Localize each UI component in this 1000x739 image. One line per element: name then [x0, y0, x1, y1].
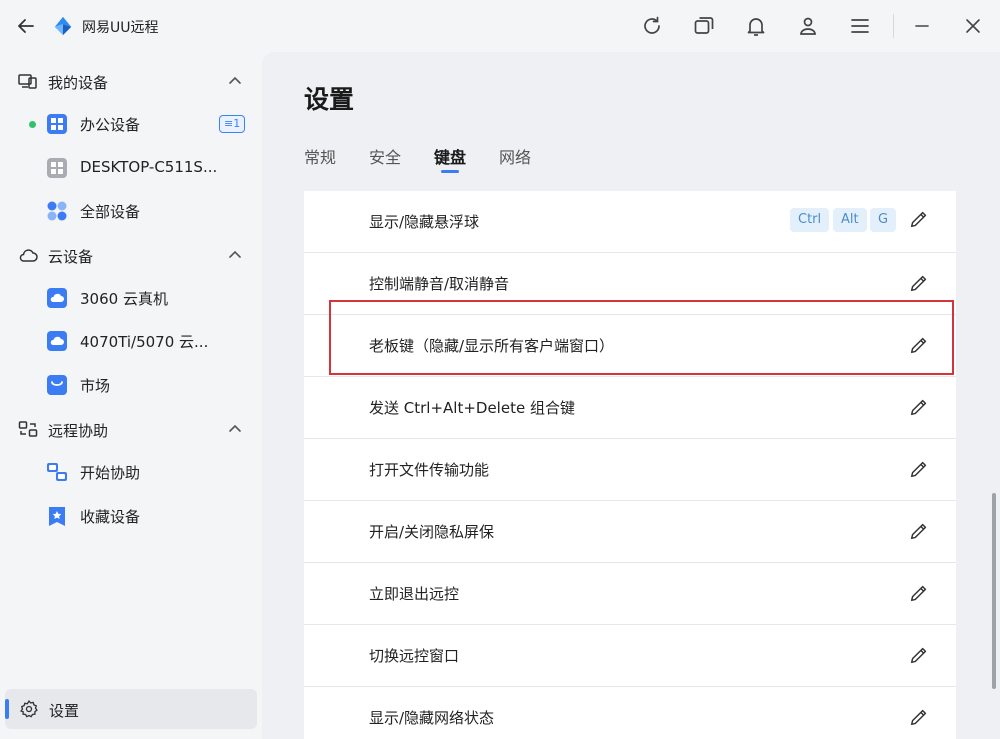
shortcut-label: 开启/关闭隐私屏保 [369, 523, 495, 541]
tab-network[interactable]: 网络 [499, 144, 531, 168]
tab-general[interactable]: 常规 [304, 144, 336, 168]
titlebar-divider [893, 14, 894, 38]
pencil-icon[interactable] [908, 582, 930, 604]
refresh-icon[interactable] [640, 14, 664, 38]
pencil-icon[interactable] [908, 644, 930, 666]
sidebar-item-label: DESKTOP-C511S... [80, 158, 218, 176]
settings-label: 设置 [49, 702, 80, 720]
pencil-icon[interactable] [908, 272, 930, 294]
sidebar-item-label: 4070Ti/5070 云... [80, 333, 209, 351]
sidebar-item-label: 收藏设备 [80, 508, 141, 526]
shortcut-row-boss-key[interactable]: 老板键（隐藏/显示所有客户端窗口） [304, 315, 956, 377]
sidebar-item-settings[interactable]: 设置 [5, 689, 257, 729]
sidebar-group-cloud-devices[interactable]: 云设备 [0, 235, 262, 275]
pencil-icon[interactable] [908, 396, 930, 418]
page-title: 设置 [304, 85, 355, 114]
window-switch-icon[interactable] [692, 14, 716, 38]
chevron-up-icon[interactable] [227, 73, 243, 89]
sidebar-group-remote-assist[interactable]: 远程协助 [0, 409, 262, 449]
cloud-phone-icon [47, 288, 67, 308]
active-tab-indicator [441, 170, 459, 173]
shortcut-label: 切换远控窗口 [369, 647, 460, 665]
sidebar-item-label: 全部设备 [80, 203, 141, 221]
tab-security[interactable]: 安全 [369, 144, 401, 168]
sidebar: 我的设备 办公设备 ≡1 DESKTOP-C511S... 全部设备 云设备 3… [0, 52, 262, 739]
scrollbar-thumb[interactable] [992, 493, 996, 689]
bell-icon[interactable] [744, 14, 768, 38]
shortcut-row-file-transfer[interactable]: 打开文件传输功能 [304, 439, 956, 501]
all-devices-icon [47, 201, 67, 221]
pencil-icon[interactable] [908, 706, 930, 728]
active-indicator [5, 699, 9, 719]
sidebar-item-label: 办公设备 [80, 116, 141, 134]
sidebar-item-cloud-3060[interactable]: 3060 云真机 [0, 278, 262, 318]
my-devices-icon [18, 74, 37, 89]
shortcut-label: 打开文件传输功能 [369, 461, 490, 479]
shortcut-row-exit-remote[interactable]: 立即退出远控 [304, 563, 956, 625]
sidebar-item-favorite-devices[interactable]: 收藏设备 [0, 496, 262, 536]
shortcut-label: 立即退出远控 [369, 585, 460, 603]
online-status-dot [29, 121, 36, 128]
shortcut-row-switch-window[interactable]: 切换远控窗口 [304, 625, 956, 687]
pencil-icon[interactable] [908, 520, 930, 542]
shopping-bag-icon [47, 375, 67, 395]
sidebar-item-office-devices[interactable]: 办公设备 ≡1 [0, 104, 262, 144]
back-arrow-icon[interactable] [14, 14, 38, 38]
sidebar-group-my-devices[interactable]: 我的设备 [0, 61, 262, 101]
sidebar-item-start-assist[interactable]: 开始协助 [0, 452, 262, 492]
user-icon[interactable] [796, 14, 820, 38]
cloud-phone-icon [47, 331, 67, 351]
shortcut-label: 显示/隐藏网络状态 [369, 709, 495, 727]
settings-panel: 设置 常规 安全 键盘 网络 显示/隐藏悬浮球 Ctrl Alt G 控制端静音… [262, 52, 1000, 739]
shortcut-label: 显示/隐藏悬浮球 [369, 213, 480, 231]
sidebar-group-label: 远程协助 [48, 422, 109, 440]
shortcut-row-toggle-floating-ball[interactable]: 显示/隐藏悬浮球 Ctrl Alt G [304, 191, 956, 253]
close-icon[interactable] [961, 14, 985, 38]
sidebar-item-label: 3060 云真机 [80, 290, 168, 308]
shortcut-key-ctrl: Ctrl [790, 208, 830, 232]
title-bar: 网易UU远程 [0, 0, 1000, 52]
sidebar-item-market[interactable]: 市场 [0, 365, 262, 405]
uu-logo-icon [54, 16, 72, 36]
sidebar-group-label: 云设备 [48, 248, 94, 266]
minimize-icon[interactable] [910, 14, 934, 38]
sidebar-group-label: 我的设备 [48, 74, 109, 92]
remote-assist-icon [18, 421, 38, 437]
shortcut-key-g: G [870, 208, 897, 232]
shortcut-key-alt: Alt [833, 208, 867, 232]
sidebar-item-desktop[interactable]: DESKTOP-C511S... [0, 148, 262, 188]
shortcut-list: 显示/隐藏悬浮球 Ctrl Alt G 控制端静音/取消静音 老板键（隐藏/显示… [304, 191, 956, 739]
menu-icon[interactable] [848, 14, 872, 38]
app-title: 网易UU远程 [82, 20, 159, 36]
sidebar-item-label: 开始协助 [80, 464, 141, 482]
pencil-icon[interactable] [908, 334, 930, 356]
tab-keyboard[interactable]: 键盘 [434, 144, 466, 168]
sidebar-item-all-devices[interactable]: 全部设备 [0, 191, 262, 231]
gear-icon [20, 699, 38, 718]
bookmark-star-icon [49, 507, 65, 526]
device-group-icon [47, 114, 67, 134]
shortcut-label: 发送 Ctrl+Alt+Delete 组合键 [369, 399, 575, 417]
chevron-up-icon[interactable] [227, 421, 243, 437]
pencil-icon[interactable] [908, 208, 930, 230]
shortcut-row-ctrl-alt-delete[interactable]: 发送 Ctrl+Alt+Delete 组合键 [304, 377, 956, 439]
shortcut-row-privacy-screen[interactable]: 开启/关闭隐私屏保 [304, 501, 956, 563]
chevron-up-icon[interactable] [227, 247, 243, 263]
shortcut-row-mute[interactable]: 控制端静音/取消静音 [304, 253, 956, 315]
shortcut-label: 控制端静音/取消静音 [369, 275, 510, 293]
device-group-icon [47, 158, 67, 178]
sidebar-item-cloud-4070ti[interactable]: 4070Ti/5070 云... [0, 321, 262, 361]
start-assist-icon [47, 463, 67, 481]
shortcut-row-network-status[interactable]: 显示/隐藏网络状态 [304, 687, 956, 739]
pencil-icon[interactable] [908, 458, 930, 480]
device-count-badge: ≡1 [219, 115, 246, 133]
cloud-icon [19, 249, 38, 262]
sidebar-item-label: 市场 [80, 377, 111, 395]
shortcut-label: 老板键（隐藏/显示所有客户端窗口） [369, 337, 615, 355]
